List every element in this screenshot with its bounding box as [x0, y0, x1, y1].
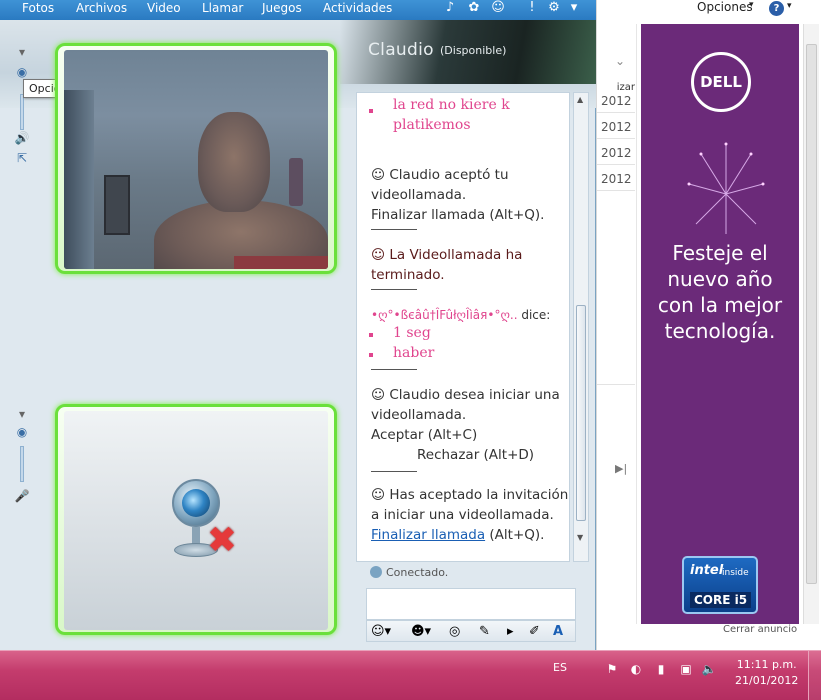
- action-center-icon[interactable]: ⚑: [604, 661, 620, 677]
- accept-call-link[interactable]: Aceptar (Alt+C): [371, 425, 560, 445]
- scroll-thumb[interactable]: [576, 305, 586, 521]
- chevron-down-icon[interactable]: ▾: [749, 0, 754, 10]
- browser-scrollbar[interactable]: [803, 24, 819, 624]
- menu-archivos[interactable]: Archivos: [76, 0, 127, 16]
- menu-juegos[interactable]: Juegos: [262, 0, 302, 16]
- remote-video-controls: ▾ ◉ 🔊 ⇱: [14, 40, 38, 170]
- list-date: 2012: [601, 146, 632, 160]
- menu-fotos[interactable]: Fotos: [22, 0, 54, 16]
- system-message: ☺ Claudio aceptó tu videollamada. Finali…: [371, 167, 545, 223]
- more-arrow-icon[interactable]: ▸: [507, 623, 514, 641]
- fireworks-graphic: [687, 142, 765, 234]
- options-dropdown-icon[interactable]: ▾: [14, 44, 30, 60]
- dropdown-arrow-icon[interactable]: ▾: [787, 1, 792, 11]
- local-video-feed: ✖: [64, 411, 328, 630]
- webcam-icon[interactable]: ◉: [14, 424, 30, 440]
- system-message: ☺ La Videollamada ha terminado.: [371, 247, 523, 283]
- dropdown-icon[interactable]: ▾: [566, 0, 582, 16]
- local-video-frame[interactable]: ✖: [55, 404, 337, 635]
- menu-video[interactable]: Video: [147, 0, 181, 16]
- emoticon-icon[interactable]: ☺▾: [371, 623, 391, 641]
- local-video-controls: ▾ ◉ 🎤: [14, 400, 38, 510]
- sender-name: •ღ°•ßєâû†ÎFûłღÎìâя•°ღ..: [371, 308, 518, 322]
- connection-icon: [370, 566, 382, 578]
- handwriting-icon[interactable]: ✐: [529, 623, 540, 641]
- message-line: platikemos: [393, 117, 471, 133]
- emoticon-icon[interactable]: ☺: [490, 0, 506, 16]
- notification-icon[interactable]: !: [524, 0, 540, 16]
- system-message: ☺ Claudio desea iniciar una videollamada…: [371, 387, 560, 465]
- show-desktop-button[interactable]: [808, 651, 821, 700]
- help-icon[interactable]: ?: [769, 1, 784, 16]
- wink-icon[interactable]: ☻▾: [411, 623, 431, 641]
- background-browser-window: Opciones ▾ ? ▾ ⌄ izar 2012 2012 2012 201…: [596, 0, 821, 650]
- remote-video-feed: [64, 50, 328, 269]
- message-line: la red no kiere k: [393, 97, 510, 113]
- system-message: ☺ Has aceptado la invitación a iniciar u…: [371, 487, 569, 543]
- list-date: 2012: [601, 120, 632, 134]
- volume-icon[interactable]: 🔈: [701, 661, 717, 677]
- clock[interactable]: 11:11 p.m. 21/01/2012: [735, 657, 798, 689]
- browser-toolbar: Opciones ▾ ? ▾: [597, 0, 821, 22]
- collapse-chevron-icon[interactable]: ⌄: [615, 54, 625, 68]
- message-line: 1 seg: [393, 325, 431, 341]
- signal-icon[interactable]: ▮: [653, 661, 669, 677]
- close-ad-link[interactable]: Cerrar anuncio: [723, 624, 797, 635]
- connection-status: Conectado.: [386, 566, 449, 579]
- message-line: haber: [393, 345, 435, 361]
- speaker-icon[interactable]: 🔊: [14, 130, 30, 146]
- volume-slider[interactable]: [20, 94, 24, 130]
- sender-line: •ღ°•ßєâû†ÎFûłღÎìâя•°ღ.. dice:: [371, 308, 551, 322]
- popout-icon[interactable]: ⇱: [14, 150, 30, 166]
- webcam-icon[interactable]: ◉: [14, 64, 30, 80]
- conversation-panel: la red no kiere k platikemos ☺ Claudio a…: [352, 92, 591, 642]
- ad-headline: Festeje el nuevo año con la mejor tecnol…: [657, 241, 783, 343]
- conversation-history: la red no kiere k platikemos ☺ Claudio a…: [356, 92, 570, 562]
- mic-volume-slider[interactable]: [20, 446, 24, 482]
- menu-llamar[interactable]: Llamar: [202, 0, 243, 16]
- next-page-icon[interactable]: ▶|: [615, 462, 627, 475]
- messenger-conversation-window: Fotos Archivos Video Llamar Juegos Activ…: [0, 0, 596, 650]
- message-input[interactable]: [366, 588, 576, 620]
- scroll-up-icon[interactable]: ▲: [577, 95, 583, 104]
- menu-bar: Fotos Archivos Video Llamar Juegos Activ…: [0, 0, 596, 20]
- reject-call-link[interactable]: Rechazar (Alt+D): [371, 445, 560, 465]
- menu-actividades[interactable]: Actividades: [323, 0, 392, 16]
- games-icon[interactable]: ♪: [442, 0, 458, 16]
- webcam-disabled-icon: ✖: [168, 479, 242, 569]
- language-indicator[interactable]: ES: [553, 661, 567, 674]
- taskbar: ES ⚑ ◐ ▮ ▣ 🔈 11:11 p.m. 21/01/2012: [0, 650, 821, 700]
- intel-core-badge: intel inside CORE i5: [682, 556, 758, 614]
- voice-clip-icon[interactable]: ✎: [479, 623, 490, 641]
- dell-advertisement[interactable]: DELL Festeje el nuevo año con la mejor t…: [641, 24, 799, 624]
- desktop: { "menu": { "items": ["Fotos", "Archivos…: [0, 0, 821, 700]
- nudge-icon[interactable]: ◎: [449, 623, 460, 641]
- contact-name: Claudio: [368, 40, 434, 60]
- remote-video-frame[interactable]: [55, 43, 337, 274]
- activities-icon[interactable]: ✿: [466, 0, 482, 16]
- help-menu-icon[interactable]: ⚙: [546, 0, 562, 16]
- microphone-icon[interactable]: 🎤: [14, 488, 30, 504]
- end-call-link[interactable]: Finalizar llamada: [371, 527, 485, 543]
- contact-status: (Disponible): [440, 44, 507, 57]
- options-dropdown-icon[interactable]: ▾: [14, 406, 30, 422]
- scroll-down-icon[interactable]: ▼: [577, 533, 583, 542]
- list-date: 2012: [601, 172, 632, 186]
- device-icon[interactable]: ▣: [678, 661, 694, 677]
- opciones-menu[interactable]: Opciones: [697, 0, 753, 14]
- dell-logo: DELL: [691, 52, 751, 112]
- message-toolbar: ☺▾ ☻▾ ◎ ✎ ▸ ✐ A: [366, 620, 576, 642]
- column-header[interactable]: izar: [597, 82, 635, 93]
- message-list-column: ⌄ izar 2012 2012 2012 2012 ▶|: [597, 24, 637, 624]
- font-icon[interactable]: A: [553, 623, 563, 641]
- network-status-icon[interactable]: ◐: [628, 661, 644, 677]
- conversation-scrollbar[interactable]: ▲ ▼: [573, 92, 589, 562]
- list-date: 2012: [601, 94, 632, 108]
